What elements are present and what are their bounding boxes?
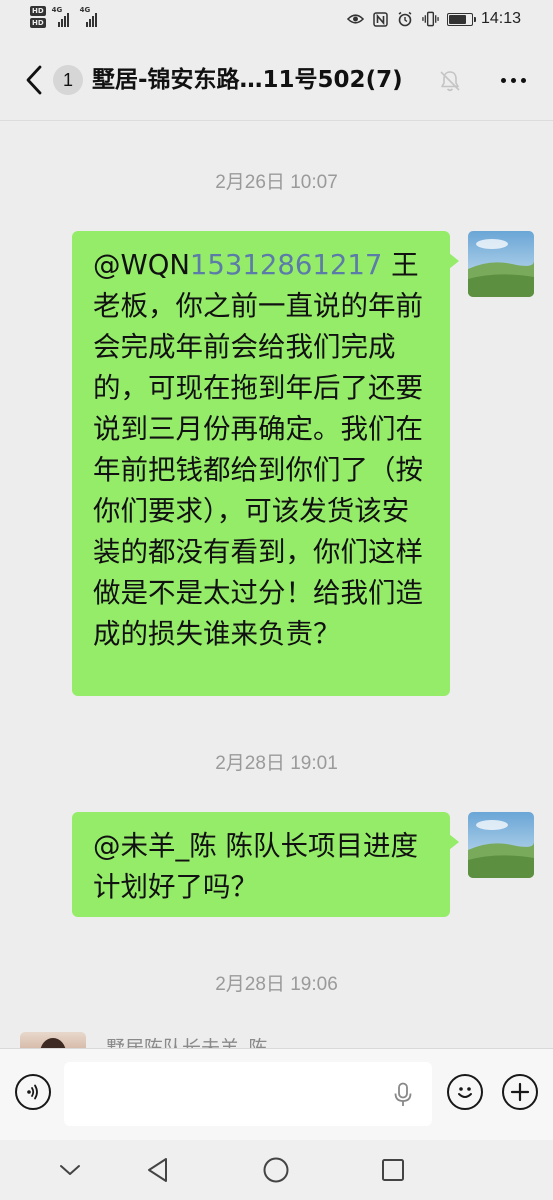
chat-title: 墅居-锦安东路…11号502(7) xyxy=(92,67,403,93)
input-bar xyxy=(0,1048,553,1140)
nav-home-button[interactable] xyxy=(258,1154,294,1186)
nav-down-icon xyxy=(60,1165,80,1175)
nav-back-icon xyxy=(148,1158,167,1182)
message-timestamp: 2月26日 10:07 xyxy=(215,172,338,193)
user-avatar[interactable] xyxy=(468,812,534,878)
nav-home-icon xyxy=(263,1157,289,1183)
mention-phone-link[interactable]: 15312861217 xyxy=(190,249,382,281)
mute-icon xyxy=(437,68,463,94)
unread-count-badge[interactable]: 1 xyxy=(53,65,83,95)
status-right: 14:13 xyxy=(346,10,521,28)
sender-avatar[interactable] xyxy=(20,1032,86,1048)
hd-indicators: HD HD xyxy=(30,6,46,28)
back-icon xyxy=(26,65,42,95)
status-left: HD HD 4G 4G xyxy=(30,6,102,28)
chat-header: 1 墅居-锦安东路…11号502(7) xyxy=(0,40,553,121)
battery-icon xyxy=(446,12,476,26)
hd-icon: HD xyxy=(30,6,46,16)
signal-icon: 4G xyxy=(80,6,102,27)
nav-recent-button[interactable] xyxy=(375,1154,411,1186)
plus-icon xyxy=(510,1082,530,1102)
more-icon xyxy=(500,77,506,83)
nav-down-button[interactable] xyxy=(52,1154,88,1186)
nav-recent-icon xyxy=(382,1159,404,1181)
emoji-button[interactable] xyxy=(447,1074,483,1110)
mention-prefix: @WQN xyxy=(93,249,190,281)
message-bubble-outgoing[interactable]: @WQN15312861217 王老板，你之前一直说的年前会完成年前会给我们完成… xyxy=(72,231,459,696)
message-text: 王老板，你之前一直说的年前会完成年前会给我们完成的，可现在拖到年后了还要说到三月… xyxy=(93,249,423,650)
nav-back-button[interactable] xyxy=(140,1154,176,1186)
alarm-icon xyxy=(397,11,414,28)
plus-button[interactable] xyxy=(502,1074,538,1110)
vibrate-icon xyxy=(422,11,439,28)
sender-name: 墅居陈队长未羊_陈 xyxy=(106,1037,268,1048)
nfc-icon xyxy=(372,11,389,28)
message-timestamp: 2月28日 19:06 xyxy=(215,974,338,995)
more-button[interactable] xyxy=(493,64,533,96)
voice-icon xyxy=(27,1084,38,1100)
message-timestamp: 2月28日 19:01 xyxy=(215,753,338,774)
emoji-icon xyxy=(458,1087,472,1098)
user-avatar[interactable] xyxy=(468,231,534,297)
back-button[interactable] xyxy=(18,62,50,98)
mic-button[interactable] xyxy=(390,1081,416,1109)
signal-icon: 4G xyxy=(52,6,74,27)
message-bubble-outgoing[interactable]: @未羊_陈 陈队长项目进度计划好了吗？ xyxy=(72,812,459,917)
message-input[interactable] xyxy=(64,1062,432,1126)
hd-icon: HD xyxy=(30,18,46,28)
status-bar: HD HD 4G 4G 14:13 xyxy=(0,0,553,40)
message-list[interactable]: 2月26日 10:07 @WQN15312861217 王老板，你之前一直说的年… xyxy=(0,121,553,1048)
mic-icon xyxy=(394,1082,412,1106)
system-nav-bar xyxy=(0,1140,553,1200)
status-time: 14:13 xyxy=(480,10,521,27)
message-text: @未羊_陈 陈队长项目进度计划好了吗？ xyxy=(93,830,418,903)
eye-icon xyxy=(346,11,364,28)
voice-button[interactable] xyxy=(15,1074,51,1110)
